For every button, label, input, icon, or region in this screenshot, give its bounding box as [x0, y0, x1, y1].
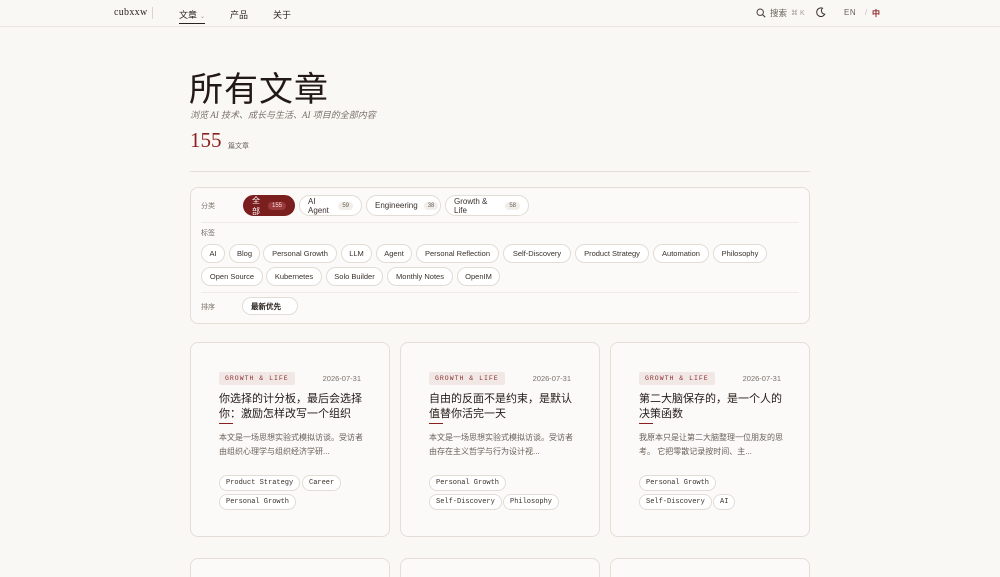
category-count: 58 [505, 201, 520, 210]
category-badge: GROWTH & LIFE [429, 372, 505, 385]
brand-divider [152, 7, 153, 19]
category-all[interactable]: 全部 155 [243, 195, 295, 216]
category-name: Growth & Life [454, 196, 488, 215]
category-ai-agent[interactable]: AI Agent 59 [299, 195, 362, 216]
tag-personal-reflection[interactable]: Personal Reflection [416, 244, 499, 263]
tag-agent[interactable]: Agent [376, 244, 412, 263]
search-icon [756, 8, 766, 18]
article-tag[interactable]: Personal Growth [219, 494, 297, 510]
moon-icon[interactable] [815, 7, 826, 18]
category-name: Engineering [375, 201, 418, 210]
category-badge: GROWTH & LIFE [219, 372, 295, 385]
tag-automation[interactable]: Automation [653, 244, 709, 263]
tag-openim[interactable]: OpenIM [457, 267, 500, 286]
tag-self-discovery[interactable]: Self-Discovery [503, 244, 571, 263]
tag-personal-growth[interactable]: Personal Growth [263, 244, 337, 263]
nav-item-about[interactable]: 关于 [273, 8, 291, 21]
nav-item-label: 文章 [179, 10, 198, 20]
category-label: 分类 [201, 203, 215, 210]
article-card[interactable] [610, 558, 810, 577]
tag-philosophy[interactable]: Philosophy [713, 244, 767, 263]
nav-item-articles[interactable]: 文章 ⌄ [179, 8, 206, 24]
article-excerpt: 本文是一场思想实验式模拟访谈。受访者由存在主义哲学与行为设计视... [429, 433, 573, 456]
chevron-down-icon: ⌄ [200, 14, 206, 20]
article-tag[interactable]: Self-Discovery [639, 494, 712, 510]
title-accent [639, 423, 653, 424]
lang-en-button[interactable]: EN [844, 8, 856, 17]
search-label: 搜索 [770, 8, 788, 18]
article-card[interactable] [190, 558, 390, 577]
tag-product-strategy[interactable]: Product Strategy [575, 244, 649, 263]
sort-select[interactable]: 最新优先 [242, 297, 298, 315]
article-title[interactable]: 你选择的计分板，最后会选择你：激励怎样改写一个组织 [219, 392, 369, 422]
article-card[interactable]: GROWTH & LIFE 2026-07-31 自由的反面不是约束，是默认值替… [400, 342, 600, 537]
category-count: 155 [267, 201, 286, 210]
search-shortcut: ⌘ K [791, 10, 805, 17]
tag-solo-builder[interactable]: Solo Builder [326, 267, 383, 286]
article-tag[interactable]: Personal Growth [429, 475, 507, 491]
article-date: 2026-07-31 [742, 374, 781, 383]
panel-divider [201, 222, 799, 223]
brand-logo[interactable]: cubxxw [114, 7, 147, 18]
page-title: 所有文章 [189, 72, 329, 109]
article-excerpt: 我原本只是让第二大脑整理一位朋友的思考。 它把零散记录按时间、主... [639, 433, 783, 456]
article-title[interactable]: 第二大脑保存的，是一个人的决策函数 [639, 392, 789, 422]
search-button[interactable]: 搜索 ⌘ K [756, 7, 805, 19]
category-engineering[interactable]: Engineering 38 [366, 195, 441, 216]
article-excerpt: 本文是一场思想实验式模拟访谈。受访者由组织心理学与组织经济学研... [219, 433, 363, 456]
category-name: 全部 [252, 195, 260, 216]
page-subtitle: 浏览 AI 技术、成长与生活、AI 项目的全部内容 [190, 110, 376, 120]
article-tag[interactable]: Personal Growth [639, 475, 717, 491]
article-date: 2026-07-31 [532, 374, 571, 383]
article-tag[interactable]: Career [302, 475, 342, 491]
category-count: 38 [423, 201, 439, 210]
title-accent [429, 423, 443, 424]
top-nav: cubxxw 文章 ⌄ 产品 关于 搜索 ⌘ K EN / 中 [0, 0, 1000, 27]
article-title[interactable]: 自由的反面不是约束，是默认值替你活完一天 [429, 392, 579, 422]
lang-separator: / [865, 8, 868, 17]
article-count-label: 篇文章 [228, 143, 249, 150]
article-date: 2026-07-31 [322, 374, 361, 383]
article-tag[interactable]: AI [713, 494, 736, 510]
category-name: AI Agent [308, 196, 329, 215]
article-count: 155 [190, 128, 222, 152]
sort-label: 排序 [201, 304, 215, 311]
tag-monthly-notes[interactable]: Monthly Notes [387, 267, 453, 286]
article-tag[interactable]: Product Strategy [219, 475, 301, 491]
article-tag[interactable]: Philosophy [503, 494, 560, 510]
title-accent [219, 423, 233, 424]
category-growth-life[interactable]: Growth & Life 58 [445, 195, 529, 216]
tag-llm[interactable]: LLM [341, 244, 372, 263]
tag-kubernetes[interactable]: Kubernetes [266, 267, 322, 286]
nav-item-products[interactable]: 产品 [230, 8, 248, 21]
tag-blog[interactable]: Blog [229, 244, 260, 263]
article-card[interactable]: GROWTH & LIFE 2026-07-31 第二大脑保存的，是一个人的决策… [610, 342, 810, 537]
article-card[interactable] [400, 558, 600, 577]
article-card[interactable]: GROWTH & LIFE 2026-07-31 你选择的计分板，最后会选择你：… [190, 342, 390, 537]
tag-open-source[interactable]: Open Source [201, 267, 263, 286]
divider [190, 171, 810, 172]
category-count: 59 [338, 201, 353, 210]
article-tag[interactable]: Self-Discovery [429, 494, 502, 510]
tag-ai[interactable]: AI [201, 244, 225, 263]
panel-divider [201, 292, 799, 293]
lang-zh-button[interactable]: 中 [872, 8, 880, 19]
tag-label: 标签 [201, 230, 215, 237]
category-badge: GROWTH & LIFE [639, 372, 715, 385]
